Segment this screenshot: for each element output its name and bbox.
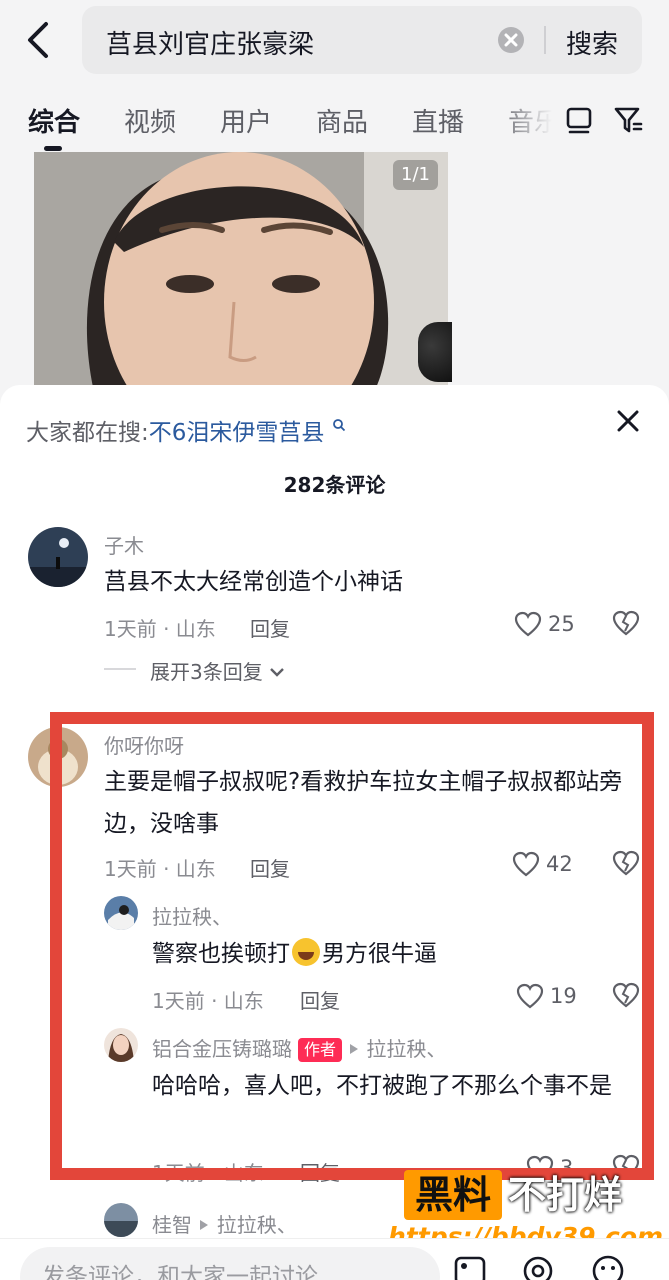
search-icon	[332, 419, 345, 432]
search-button[interactable]: 搜索	[566, 24, 618, 61]
mention-icon[interactable]	[520, 1253, 556, 1280]
comment-count: 282条评论	[283, 473, 386, 497]
filter-icon[interactable]	[612, 104, 644, 136]
video-frame-image	[34, 152, 448, 392]
expand-replies-button[interactable]: 展开3条回复	[150, 656, 285, 685]
image-count-text: 1/1	[401, 164, 430, 185]
search-input[interactable]: 莒县刘官庄张豪梁 搜索	[82, 6, 642, 74]
like-count: 25	[548, 612, 575, 636]
reply-button[interactable]: 回复	[250, 613, 290, 642]
trending-link[interactable]: 不6泪宋伊雪莒县	[149, 420, 325, 446]
image-icon[interactable]	[452, 1253, 488, 1280]
heart-icon[interactable]	[514, 611, 542, 637]
search-tabs: 综合 视频 用户 商品 直播 音乐	[0, 92, 669, 151]
comment-input-placeholder: 发条评论，和大家一起讨论	[42, 1264, 318, 1280]
layout-toggle-icon[interactable]	[564, 104, 594, 136]
emoji-icon[interactable]	[590, 1253, 626, 1280]
comment-username[interactable]: 子木	[104, 530, 144, 559]
comment-text: 莒县不太大经常创造个小神话	[104, 569, 403, 595]
search-query[interactable]: 莒县刘官庄张豪梁	[106, 24, 314, 61]
reply-username[interactable]: 桂智	[152, 1213, 192, 1237]
highlight-box	[50, 712, 654, 1180]
trending-search[interactable]: 大家都在搜:不6泪宋伊雪莒县	[26, 413, 346, 447]
divider	[544, 26, 546, 54]
comment-input[interactable]: 发条评论，和大家一起讨论	[20, 1247, 440, 1280]
watermark-brand-suffix: 不打烊	[508, 1173, 623, 1217]
chevron-down-icon	[270, 668, 284, 677]
expand-replies-label: 展开3条回复	[150, 660, 263, 684]
image-counter: 1/1	[393, 160, 438, 190]
creator-avatar[interactable]	[418, 322, 452, 382]
close-icon[interactable]	[612, 405, 644, 437]
watermark-brand: 黑料	[404, 1170, 502, 1220]
expand-line	[104, 668, 136, 670]
tab-video[interactable]: 视频	[124, 102, 176, 139]
active-tab-indicator	[44, 146, 62, 151]
reply-to-username[interactable]: 拉拉秧、	[217, 1213, 297, 1237]
comment-input-bar: 发条评论，和大家一起讨论	[0, 1238, 669, 1280]
top-bar: 莒县刘官庄张豪梁 搜索	[0, 0, 669, 85]
tab-users[interactable]: 用户	[220, 102, 272, 139]
tab-comprehensive[interactable]: 综合	[28, 102, 80, 139]
tab-products[interactable]: 商品	[316, 102, 368, 139]
trending-prefix: 大家都在搜:	[26, 420, 149, 446]
video-thumbnail[interactable]: 1/1	[34, 152, 448, 392]
tab-live[interactable]: 直播	[412, 102, 464, 139]
back-button[interactable]	[20, 18, 60, 62]
reply-arrow-icon	[200, 1220, 209, 1230]
clear-icon[interactable]	[498, 27, 524, 53]
chevron-left-icon	[28, 22, 48, 58]
avatar[interactable]	[104, 1203, 138, 1237]
comment-meta: 1天前 · 山东	[104, 617, 216, 641]
avatar[interactable]	[28, 527, 88, 587]
reply-header: 桂智 拉拉秧、	[152, 1209, 297, 1238]
dislike-icon[interactable]	[612, 609, 640, 637]
